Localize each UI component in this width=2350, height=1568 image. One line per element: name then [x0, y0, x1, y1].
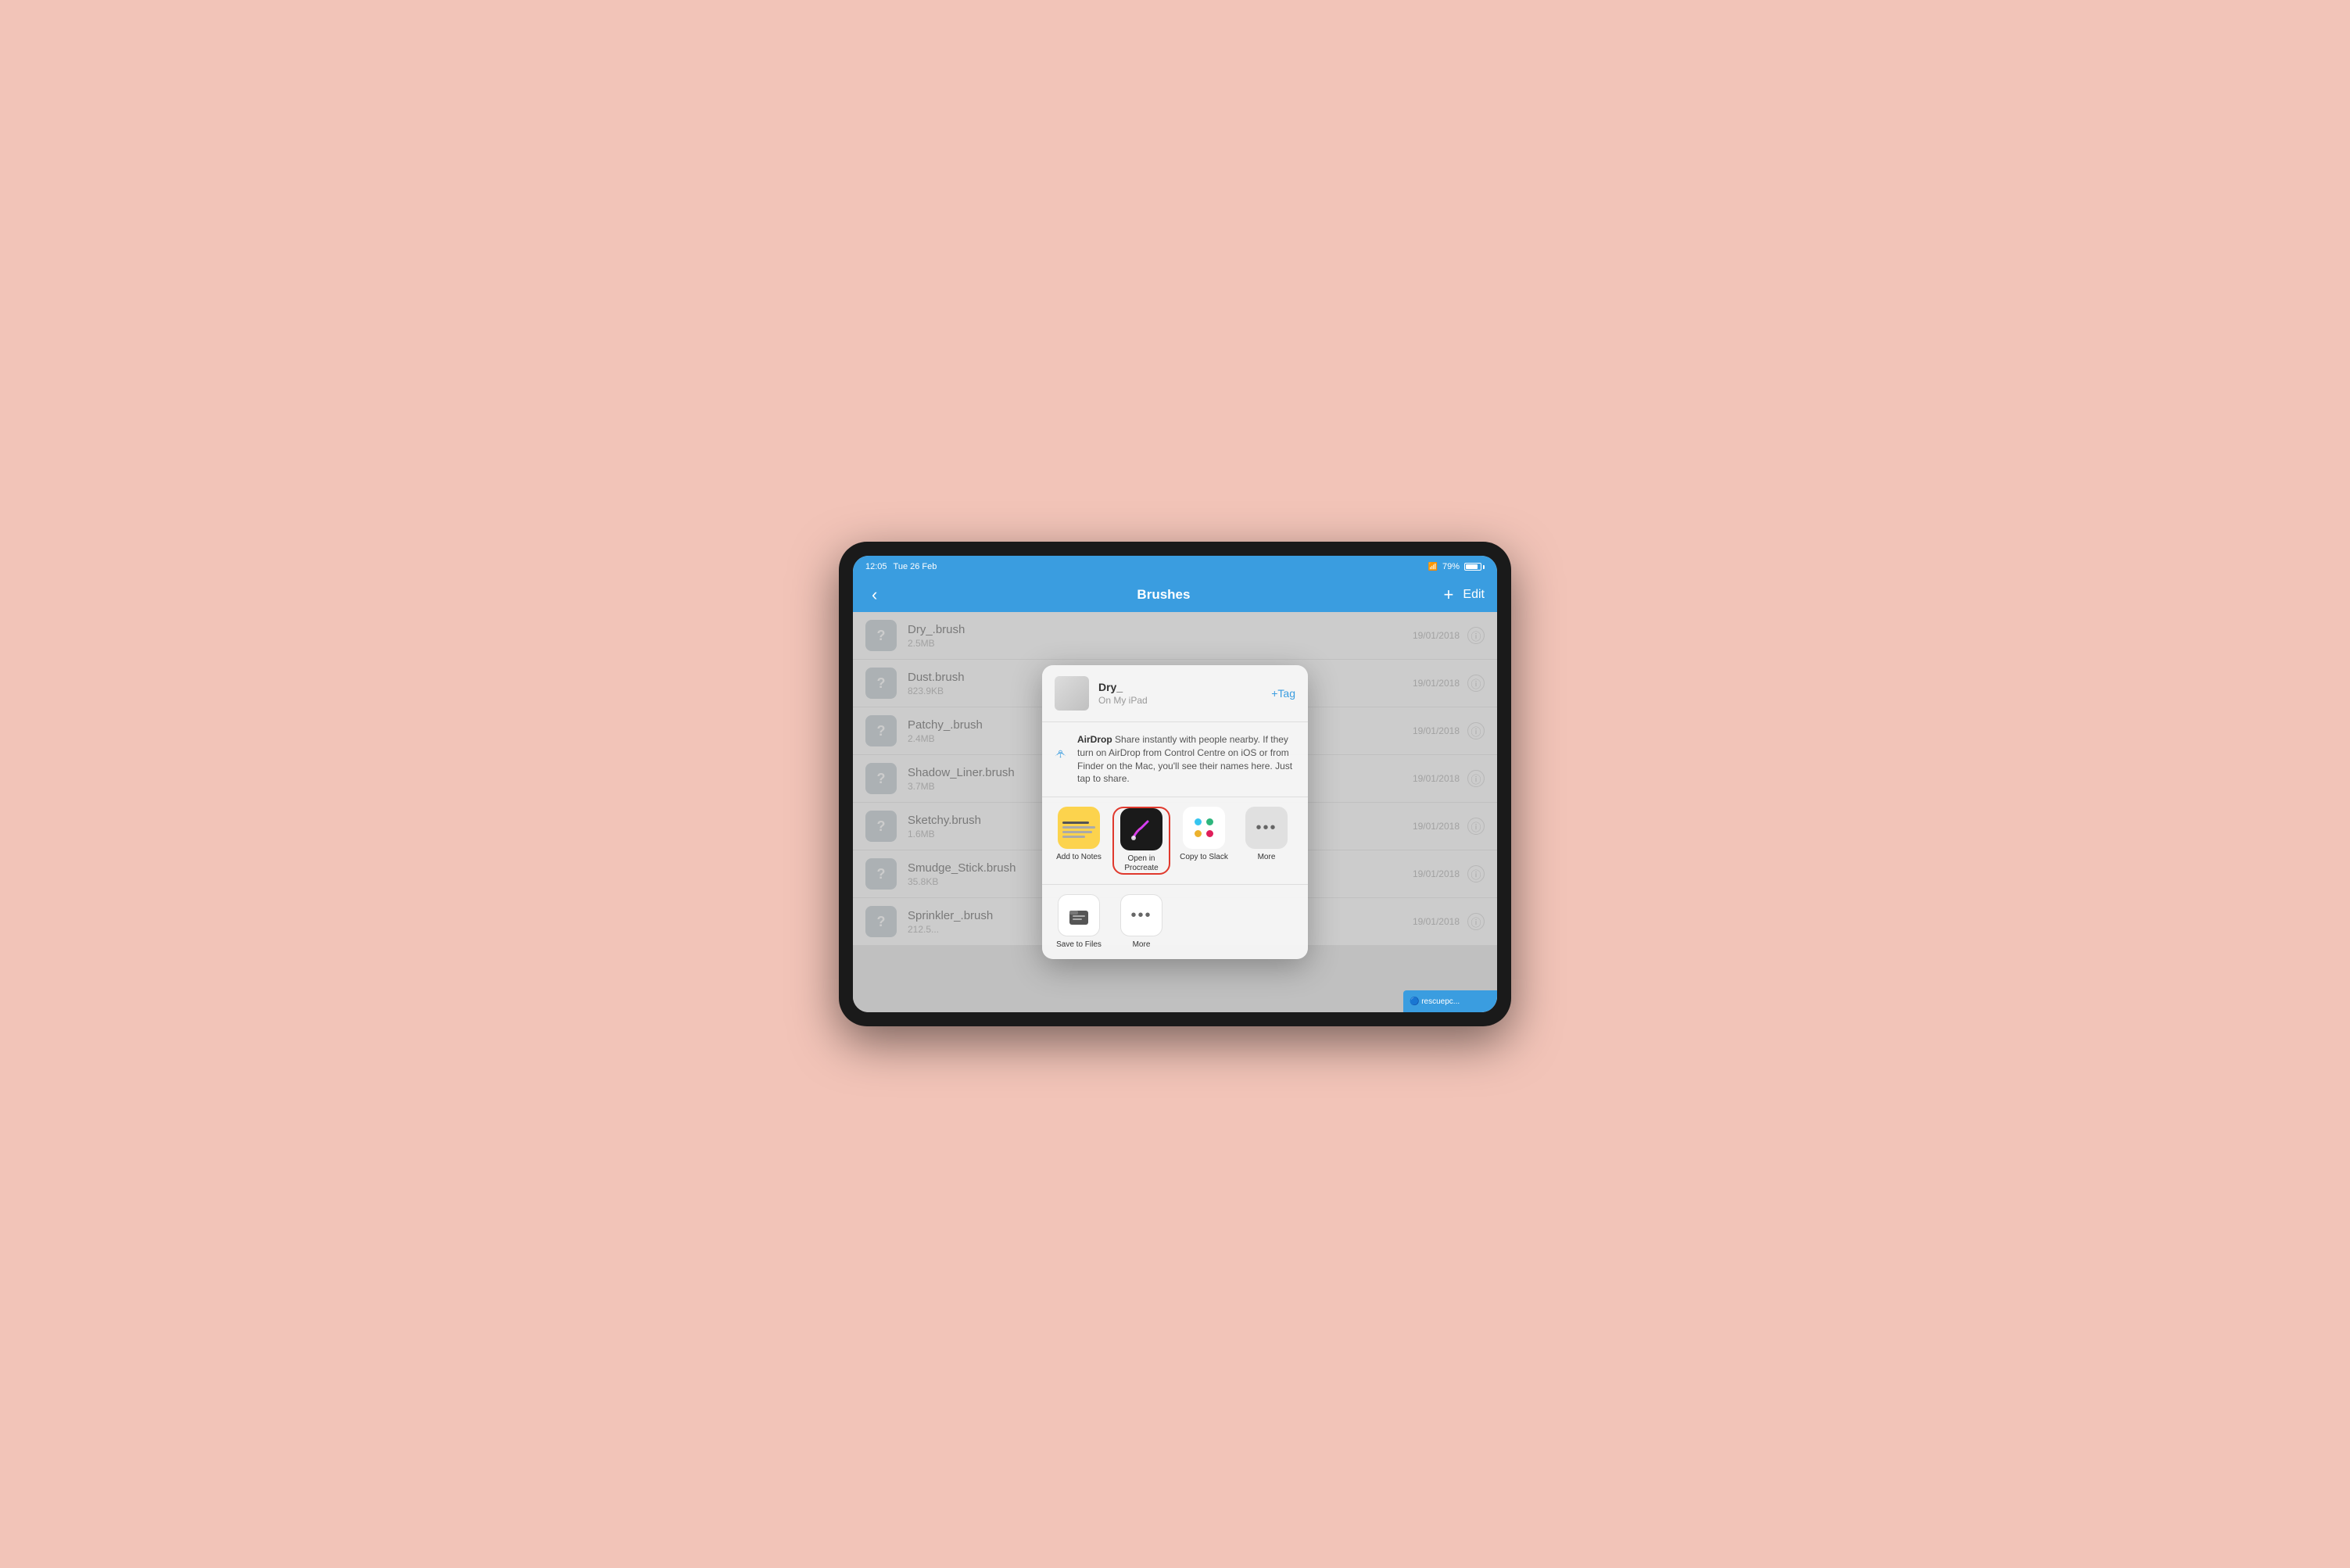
airdrop-title: AirDrop	[1077, 734, 1112, 745]
navigation-bar: ‹ Brushes + Edit	[853, 578, 1497, 612]
share-file-name: Dry_	[1098, 681, 1262, 693]
share-file-location: On My iPad	[1098, 695, 1262, 706]
status-time: 12:05	[865, 562, 887, 571]
share-sheet: Dry_ On My iPad +Tag	[1042, 665, 1308, 959]
open-in-procreate-label: Open inProcreate	[1124, 854, 1158, 873]
share-header: Dry_ On My iPad +Tag	[1042, 665, 1308, 722]
add-tag-button[interactable]: +Tag	[1271, 687, 1295, 700]
airdrop-icon	[1055, 733, 1066, 771]
nav-title: Brushes	[1137, 587, 1190, 603]
ipad-screen: 12:05 Tue 26 Feb 📶 79% ‹ Brushes + Edit	[853, 556, 1497, 1012]
notes-icon	[1058, 807, 1100, 849]
procreate-icon	[1120, 808, 1162, 850]
battery-icon	[1464, 563, 1485, 571]
more-apps-label: More	[1258, 853, 1276, 862]
airdrop-section: AirDrop Share instantly with people near…	[1042, 722, 1308, 797]
back-button[interactable]: ‹	[865, 582, 883, 608]
save-to-files-icon	[1058, 894, 1100, 936]
main-content: ? Dry_.brush 2.5MB 19/01/2018 ⓘ ? Dust.b…	[853, 612, 1497, 1012]
more-actions-label: More	[1133, 940, 1151, 950]
add-to-notes-label: Add to Notes	[1056, 853, 1102, 862]
more-actions-item[interactable]: ••• More	[1112, 894, 1170, 950]
more-apps-item[interactable]: ••• More	[1238, 807, 1295, 875]
add-button[interactable]: +	[1444, 585, 1454, 605]
copy-to-slack-label: Copy to Slack	[1180, 853, 1228, 862]
save-to-files-item[interactable]: Save to Files	[1050, 894, 1108, 950]
slack-icon	[1183, 807, 1225, 849]
add-to-notes-item[interactable]: Add to Notes	[1050, 807, 1108, 875]
wifi-icon: 📶	[1428, 563, 1438, 571]
edit-button[interactable]: Edit	[1463, 588, 1485, 602]
airdrop-description: AirDrop Share instantly with people near…	[1077, 733, 1295, 786]
app-share-row: Add to Notes	[1042, 797, 1308, 885]
share-sheet-overlay: Dry_ On My iPad +Tag	[853, 612, 1497, 1012]
more-apps-icon: •••	[1245, 807, 1288, 849]
more-actions-icon: •••	[1120, 894, 1162, 936]
status-date: Tue 26 Feb	[894, 562, 937, 571]
share-file-info: Dry_ On My iPad	[1098, 681, 1262, 706]
status-bar: 12:05 Tue 26 Feb 📶 79%	[853, 556, 1497, 578]
battery-pct: 79%	[1442, 562, 1460, 571]
ad-text: 🔵 rescuepc...	[1410, 997, 1460, 1006]
copy-to-slack-item[interactable]: Copy to Slack	[1175, 807, 1233, 875]
open-in-procreate-item[interactable]: Open inProcreate	[1112, 807, 1170, 875]
share-thumbnail	[1055, 676, 1089, 711]
ipad-device: 12:05 Tue 26 Feb 📶 79% ‹ Brushes + Edit	[839, 542, 1511, 1026]
ad-banner: 🔵 rescuepc...	[1403, 990, 1497, 1012]
action-share-row: Save to Files ••• More	[1042, 885, 1308, 959]
save-to-files-label: Save to Files	[1056, 940, 1102, 950]
